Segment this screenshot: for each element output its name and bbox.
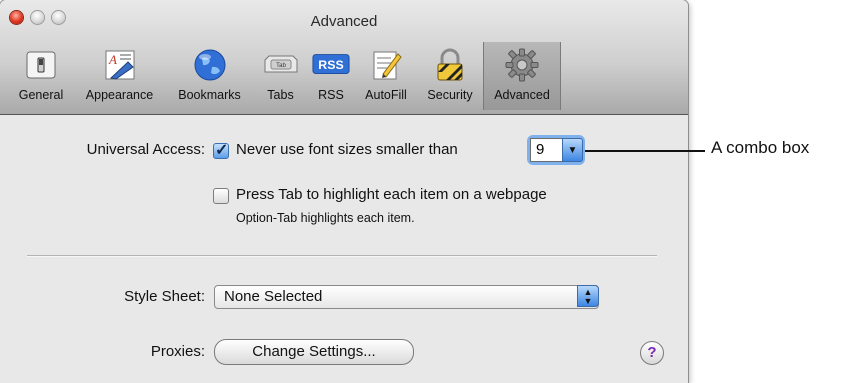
press-tab-label: Press Tab to highlight each item on a we… (236, 186, 547, 203)
style-sheet-value: None Selected (224, 288, 323, 305)
never-font-size-checkbox[interactable]: ✓ (213, 142, 229, 159)
title-bar: Advanced General A Appearance Bookmarks … (0, 0, 688, 115)
tab-general[interactable]: General (8, 42, 74, 110)
tab-label: Advanced (494, 88, 550, 102)
rss-icon-text: RSS (318, 58, 343, 72)
appearance-icon: A (101, 46, 139, 84)
style-sheet-label: Style Sheet: (124, 288, 205, 305)
tab-security[interactable]: Security (417, 42, 483, 110)
change-settings-button[interactable]: Change Settings... (214, 339, 414, 365)
tabs-icon-text: Tab (276, 63, 286, 69)
press-tab-hint: Option-Tab highlights each item. (236, 211, 415, 225)
tab-advanced[interactable]: Advanced (483, 42, 561, 110)
tab-label: General (18, 88, 64, 102)
style-sheet-popup[interactable]: None Selected ▲ ▼ (214, 285, 599, 309)
gear-icon (503, 46, 541, 84)
combo-arrow-icon[interactable]: ▼ (562, 138, 583, 162)
tab-bookmarks[interactable]: Bookmarks (165, 42, 254, 110)
proxies-label: Proxies: (150, 343, 205, 360)
tab-rss[interactable]: RSS RSS (307, 42, 355, 110)
tab-label: Security (427, 88, 473, 102)
never-font-size-label: Never use font sizes smaller than (236, 141, 458, 158)
tab-label: RSS (318, 88, 344, 102)
autofill-pencil-icon (367, 46, 405, 84)
universal-access-label: Universal Access: (86, 141, 205, 158)
tab-label: Bookmarks (178, 88, 241, 102)
press-tab-checkbox[interactable] (213, 188, 229, 204)
svg-text:A: A (108, 52, 117, 67)
tab-autofill[interactable]: AutoFill (355, 42, 417, 110)
font-size-combo-box[interactable]: 9 ▼ (530, 138, 583, 162)
checkmark-icon: ✓ (215, 142, 229, 159)
preferences-toolbar: General A Appearance Bookmarks Tab Tabs … (8, 42, 561, 110)
tabs-icon: Tab (262, 46, 300, 84)
rss-icon: RSS (312, 46, 350, 84)
help-button[interactable]: ? (640, 341, 664, 365)
window-title: Advanced (310, 13, 378, 30)
tab-label: AutoFill (365, 88, 407, 102)
popup-stepper-icon: ▲ ▼ (577, 285, 599, 307)
globe-icon (191, 46, 229, 84)
callout-label: A combo box (711, 138, 810, 157)
general-switch-icon (22, 46, 60, 84)
tab-label: Appearance (85, 88, 154, 102)
section-divider (27, 255, 657, 257)
tab-tabs[interactable]: Tab Tabs (254, 42, 307, 110)
tab-appearance[interactable]: A Appearance (74, 42, 165, 110)
lock-icon (431, 46, 469, 84)
tab-label: Tabs (267, 88, 294, 102)
callout-line (585, 150, 705, 152)
